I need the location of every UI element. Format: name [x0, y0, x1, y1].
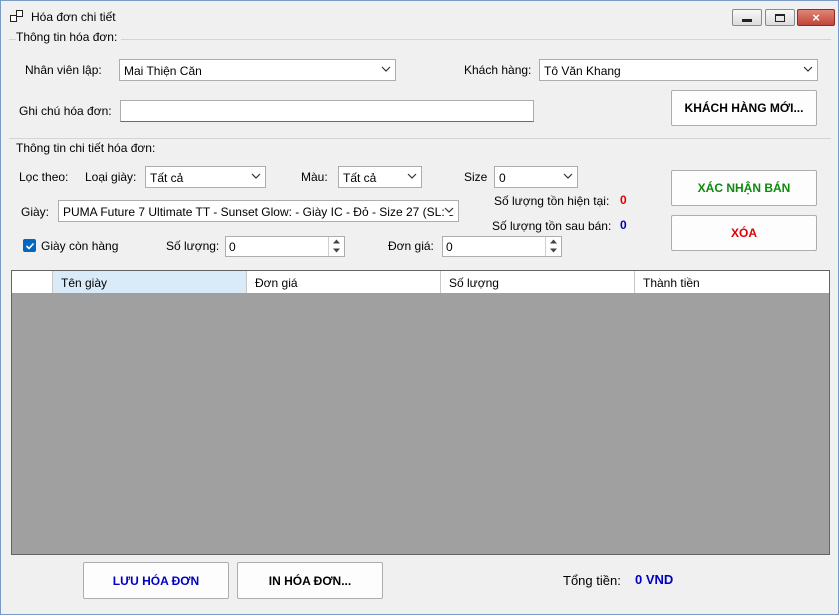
shoe-type-value: Tất cả	[150, 171, 184, 185]
stock-current-label: Số lượng tồn hiện tại:	[494, 194, 610, 208]
quantity-label: Số lượng:	[166, 239, 220, 253]
minimize-icon	[742, 19, 752, 22]
column-header-quantity[interactable]: Số lượng	[441, 271, 635, 293]
close-button[interactable]: ×	[797, 9, 835, 26]
spin-up-icon[interactable]	[329, 237, 344, 246]
column-header-unit-price[interactable]: Đơn giá	[247, 271, 441, 293]
checkmark-icon	[25, 242, 34, 250]
chevron-down-icon	[251, 171, 261, 181]
minimize-button[interactable]	[732, 9, 762, 26]
detail-info-divider	[9, 138, 831, 139]
title-bar[interactable]: Hóa đơn chi tiết ×	[1, 1, 838, 33]
total-value: 0 VND	[635, 572, 674, 587]
customer-label: Khách hàng:	[464, 63, 532, 77]
note-label: Ghi chú hóa đơn:	[19, 104, 112, 118]
chevron-down-icon	[563, 171, 573, 181]
in-stock-checkbox[interactable]	[23, 239, 36, 252]
maximize-icon	[775, 13, 785, 22]
employee-combobox[interactable]: Mai Thiện Căn	[119, 59, 396, 81]
total-label: Tổng tiền:	[563, 573, 621, 588]
spin-up-icon[interactable]	[546, 237, 561, 246]
invoice-detail-grid[interactable]: Tên giày Đơn giá Số lượng Thành tiền	[11, 270, 830, 555]
stock-after-label: Số lượng tồn sau bán:	[492, 219, 612, 233]
grid-header: Tên giày Đơn giá Số lượng Thành tiền	[12, 271, 829, 294]
in-stock-label[interactable]: Giày còn hàng	[41, 239, 118, 253]
window-title: Hóa đơn chi tiết	[31, 10, 116, 24]
chevron-down-icon	[803, 64, 813, 74]
invoice-info-group-label: Thông tin hóa đơn:	[16, 30, 122, 44]
invoice-detail-window: Hóa đơn chi tiết × Thông tin hóa đơn: Nh…	[0, 0, 839, 615]
shoe-label: Giày:	[21, 205, 50, 219]
employee-label: Nhân viên lập:	[25, 63, 102, 77]
close-icon: ×	[812, 10, 820, 25]
shoe-value: PUMA Future 7 Ultimate TT - Sunset Glow:…	[63, 205, 455, 219]
quantity-stepper[interactable]: 0	[225, 236, 345, 257]
customer-value: Tô Văn Khang	[544, 64, 621, 78]
unit-price-value: 0	[446, 240, 453, 254]
confirm-sale-button[interactable]: XÁC NHẬN BÁN	[671, 170, 817, 206]
spin-down-icon[interactable]	[546, 246, 561, 255]
color-value: Tất cả	[343, 171, 377, 185]
delete-button[interactable]: XÓA	[671, 215, 817, 251]
chevron-down-icon	[407, 171, 417, 181]
new-customer-button[interactable]: KHÁCH HÀNG MỚI...	[671, 90, 817, 126]
size-combobox[interactable]: 0	[494, 166, 578, 188]
color-combobox[interactable]: Tất cả	[338, 166, 422, 188]
shoe-type-combobox[interactable]: Tất cả	[145, 166, 266, 188]
stock-current-value: 0	[620, 193, 627, 207]
unit-price-label: Đơn giá:	[388, 239, 434, 253]
app-icon	[10, 10, 24, 24]
invoice-info-divider	[9, 39, 831, 40]
size-value: 0	[499, 171, 506, 185]
print-invoice-button[interactable]: IN HÓA ĐƠN...	[237, 562, 383, 599]
maximize-button[interactable]	[765, 9, 795, 26]
save-invoice-button[interactable]: LƯU HÓA ĐƠN	[83, 562, 229, 599]
customer-combobox[interactable]: Tô Văn Khang	[539, 59, 818, 81]
column-header-shoe-name[interactable]: Tên giày	[53, 271, 247, 293]
filter-label: Lọc theo:	[19, 170, 69, 184]
spin-down-icon[interactable]	[329, 246, 344, 255]
stock-after-value: 0	[620, 218, 627, 232]
column-header-total[interactable]: Thành tiền	[635, 271, 829, 293]
size-label: Size	[464, 170, 488, 184]
unit-price-stepper[interactable]: 0	[442, 236, 562, 257]
shoe-type-label: Loại giày:	[85, 170, 137, 184]
note-input[interactable]	[120, 100, 534, 122]
detail-info-group-label: Thông tin chi tiết hóa đơn:	[16, 141, 160, 155]
shoe-combobox[interactable]: PUMA Future 7 Ultimate TT - Sunset Glow:…	[58, 200, 459, 222]
employee-value: Mai Thiện Căn	[124, 64, 202, 78]
color-label: Màu:	[301, 170, 328, 184]
row-header-corner[interactable]	[12, 271, 53, 293]
chevron-down-icon	[381, 64, 391, 74]
quantity-value: 0	[229, 240, 236, 254]
chevron-down-icon	[444, 205, 454, 215]
